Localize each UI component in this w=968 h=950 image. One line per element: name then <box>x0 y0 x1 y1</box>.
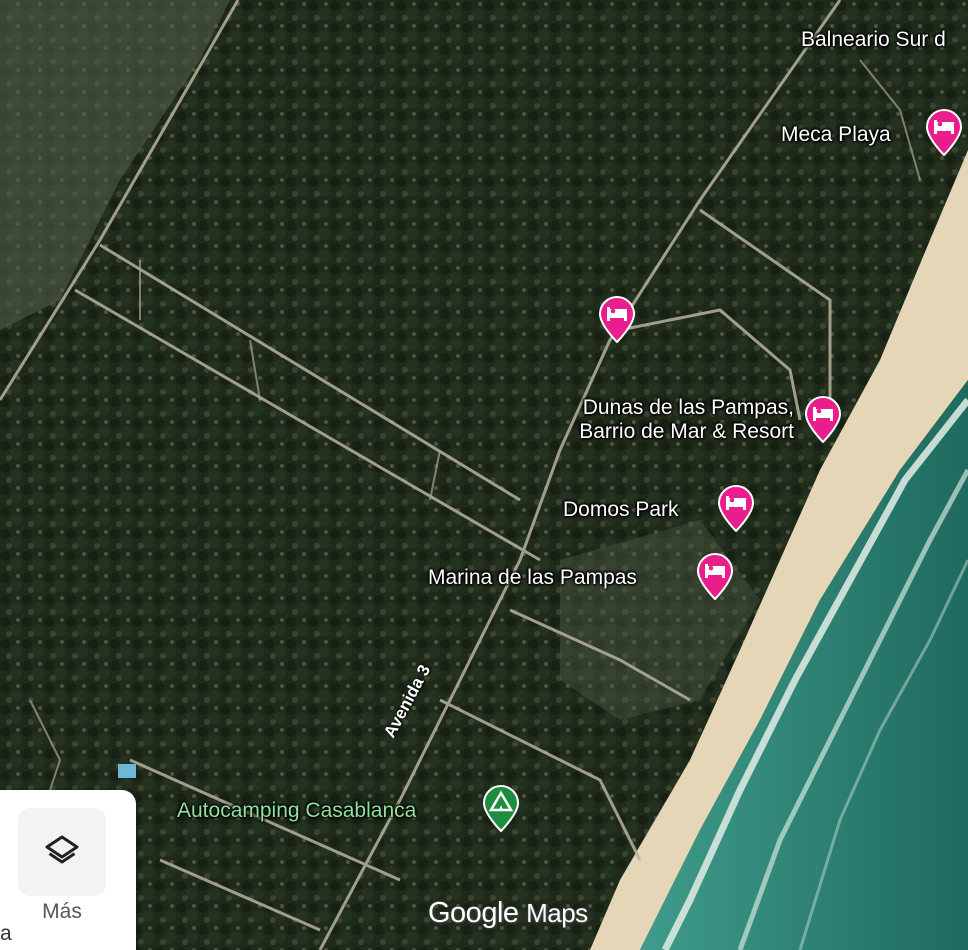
edge-text: a <box>0 922 12 945</box>
place-label-balneario[interactable]: Balneario Sur d <box>801 28 946 52</box>
place-label-meca-playa[interactable]: Meca Playa <box>781 123 891 147</box>
hotel-pin-icon[interactable] <box>597 295 637 343</box>
camping-pin-icon[interactable] <box>481 784 521 832</box>
hotel-pin-icon[interactable] <box>924 108 964 156</box>
google-maps-logo: Google Maps <box>428 897 588 930</box>
place-label-autocamping[interactable]: Autocamping Casablanca <box>177 799 416 823</box>
layers-button[interactable] <box>18 808 106 896</box>
place-label-dunas-line1: Dunas de las Pampas, <box>582 396 794 419</box>
place-label-dunas[interactable]: Dunas de las Pampas, Barrio de Mar & Res… <box>532 396 794 444</box>
layers-icon <box>45 835 79 864</box>
layers-label[interactable]: Más <box>0 900 124 924</box>
place-label-marina[interactable]: Marina de las Pampas <box>428 566 637 590</box>
pool <box>118 764 136 778</box>
place-label-domos-park[interactable]: Domos Park <box>563 498 679 522</box>
hotel-pin-icon[interactable] <box>695 552 735 600</box>
maps-wordmark: Maps <box>526 898 588 928</box>
layers-panel: Más <box>0 790 136 950</box>
google-wordmark: Google <box>428 897 519 929</box>
hotel-pin-icon[interactable] <box>716 484 756 532</box>
place-label-dunas-line2: Barrio de Mar & Resort <box>579 420 794 443</box>
hotel-pin-icon[interactable] <box>803 395 843 443</box>
